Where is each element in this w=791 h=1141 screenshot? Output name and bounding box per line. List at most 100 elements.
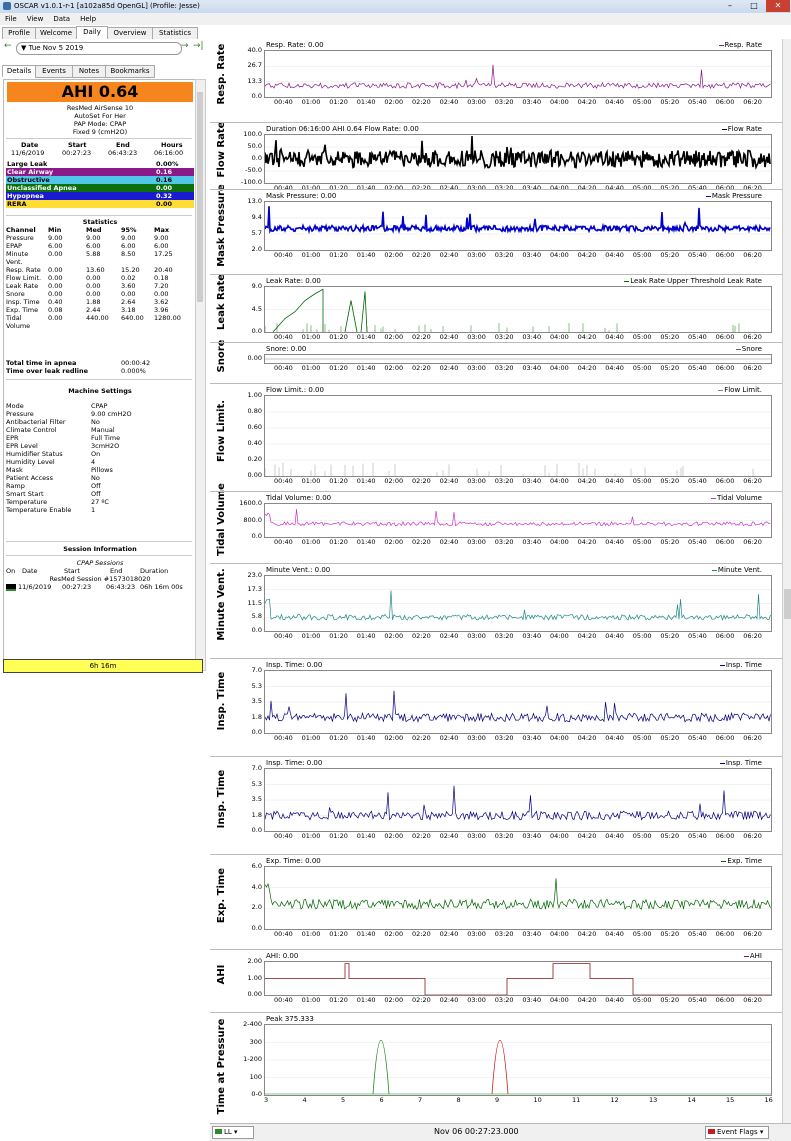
menu-view[interactable]: View xyxy=(22,13,49,25)
time-x-tick: 01:00 xyxy=(301,98,321,106)
setting-row: Smart Start Off xyxy=(6,490,101,498)
graph-insp-time[interactable]: Insp. Time Insp. Time: 0.00 Insp. Time 7.0 5… xyxy=(210,759,780,855)
date-label: Tue Nov 5 2019 xyxy=(28,44,84,52)
event-row[interactable]: Obstructive 0.16 xyxy=(6,176,194,184)
graph-waveform xyxy=(265,358,771,360)
y-tick-label: 4.0 xyxy=(251,882,262,891)
close-button[interactable]: ✕ xyxy=(766,0,790,12)
tab-events[interactable]: Events xyxy=(35,65,73,78)
event-row[interactable]: RERA 0.00 xyxy=(6,200,194,208)
stats-row: Insp. Time 0.40 1.88 2.64 3.62 xyxy=(6,298,169,306)
y-tick-label: 0.0 xyxy=(251,924,262,932)
graph-plot[interactable] xyxy=(264,134,772,184)
graph-ahi[interactable]: AHI AHI: 0.00 AHI 2.00 1.00 0.00 00:40 01:00 01:… xyxy=(210,952,780,1013)
y-tick-label: 300 xyxy=(249,1037,262,1046)
menu-data[interactable]: Data xyxy=(48,13,75,25)
graph-plot[interactable] xyxy=(264,354,772,364)
time-x-tick: 05:40 xyxy=(688,930,707,938)
time-x-tick: 06:20 xyxy=(743,333,762,341)
y-tick-label: 0.60 xyxy=(247,423,262,431)
y-tick-label: 100.0 xyxy=(243,130,262,138)
y-tick-label: 1-200 xyxy=(243,1055,262,1063)
date-picker[interactable]: ▼ Tue Nov 5 2019 xyxy=(16,42,182,55)
time-x-tick: 06:20 xyxy=(743,251,762,259)
graph-flow-rate[interactable]: Flow Rate Duration 06:16:00 AHI 0.64 Flow… xyxy=(210,122,780,192)
time-x-tick: 05:20 xyxy=(660,333,680,341)
y-tick-label: 0.00 xyxy=(247,990,262,998)
prev-day-arrow-icon[interactable]: ← xyxy=(4,41,12,51)
graph-flow-limit[interactable]: Flow Limit. Flow Limit.: 0.00 Flow Limit. 1… xyxy=(210,386,780,492)
graph-plot[interactable] xyxy=(264,670,772,734)
graph-title: Tidal Volume: 0.00 xyxy=(266,494,332,502)
time-x-tick: 00:40 xyxy=(274,832,293,840)
y-tick-label: 4.5 xyxy=(251,304,262,313)
graph-legend: Mask Pressure xyxy=(705,192,762,200)
tab-notes[interactable]: Notes xyxy=(72,65,106,78)
time-x-tick: 04:00 xyxy=(550,996,569,1004)
time-x-tick: 05:20 xyxy=(660,632,680,640)
tab-daily[interactable]: Daily xyxy=(76,26,108,39)
graph-exp-time[interactable]: Exp. Time Exp. Time: 0.00 Exp. Time 6.0 4.0 2… xyxy=(210,857,780,950)
tab-overview[interactable]: Overview xyxy=(107,27,153,39)
tab-details[interactable]: Details xyxy=(2,65,36,77)
y-tick-label: 50.0 xyxy=(247,142,262,150)
graph-title: Resp. Rate: 0.00 xyxy=(266,41,324,49)
graph-insp-time[interactable]: Insp. Time Insp. Time: 0.00 Insp. Time 7.0 5… xyxy=(210,661,780,757)
setting-row: Patient Access No xyxy=(6,474,100,482)
graph-plot[interactable] xyxy=(264,961,772,996)
graph-scrollbar[interactable] xyxy=(782,39,791,1123)
tab-profile[interactable]: Profile xyxy=(2,27,36,39)
graph-plot[interactable] xyxy=(264,866,772,930)
graph-time-at-pressure[interactable]: Time at Pressure Peak 375.333 2-400 300 1-20… xyxy=(210,1015,780,1134)
time-x-tick: 05:40 xyxy=(688,364,707,372)
event-row[interactable]: Hypopnea 0.32 xyxy=(6,192,194,200)
graph-y-label: Resp. Rate xyxy=(216,43,227,105)
time-x-tick: 02:40 xyxy=(439,996,459,1004)
event-row[interactable]: Large Leak 0.00% xyxy=(6,160,194,168)
last-day-arrow-icon[interactable]: →| xyxy=(193,41,204,51)
time-x-tick: 01:20 xyxy=(329,364,348,372)
next-day-arrow-icon[interactable]: → xyxy=(181,41,189,51)
time-x-tick: 01:00 xyxy=(301,996,321,1004)
graph-plot[interactable] xyxy=(264,286,772,333)
x-tick-labels: 00:40 01:00 01:20 01:40 02:00 02:20 02:40 03:00… xyxy=(264,734,776,743)
details-scrollbar[interactable] xyxy=(195,79,206,671)
graph-plot[interactable] xyxy=(264,768,772,832)
menu-file[interactable]: File xyxy=(0,13,22,25)
graph-plot[interactable] xyxy=(264,575,772,632)
time-x-tick: 06:00 xyxy=(715,184,735,192)
layout-selector[interactable]: LL ▾ xyxy=(212,1126,254,1139)
graph-plot[interactable] xyxy=(264,50,772,98)
event-flags-selector[interactable]: Event Flags ▾ xyxy=(705,1126,769,1139)
event-row[interactable]: Unclassified Apnea 0.00 xyxy=(6,184,194,192)
pressure-x-tick: 10 xyxy=(533,1096,542,1104)
event-row[interactable]: Clear Airway 0.16 xyxy=(6,168,194,176)
minimize-button[interactable]: – xyxy=(718,0,742,12)
graph-tidal-volume[interactable]: Tidal Volume Tidal Volume: 0.00 Tidal Volu… xyxy=(210,483,780,564)
graph-waveform xyxy=(265,135,771,172)
menu-bar: File View Data Help xyxy=(0,13,791,25)
graph-plot[interactable] xyxy=(264,395,772,477)
tab-statistics[interactable]: Statistics xyxy=(152,27,198,39)
graph-mask-pressure[interactable]: Mask Pressure Mask Pressure: 0.00 Mask Pre… xyxy=(210,184,780,275)
tab-welcome[interactable]: Welcome xyxy=(35,27,77,39)
graph-leak-rate[interactable]: Leak Rate Leak Rate: 0.00 Leak Rate Upper … xyxy=(210,274,780,343)
session-info-row[interactable]: 11/6/2019 00:27:23 06:43:23 06h 16m 00s xyxy=(6,583,194,591)
graph-plot[interactable] xyxy=(264,1024,772,1096)
graph-minute-vent[interactable]: Minute Vent. Minute Vent.: 0.00 Minute Ven… xyxy=(210,566,780,659)
time-x-tick: 06:00 xyxy=(715,832,735,840)
tab-bookmarks[interactable]: Bookmarks xyxy=(105,65,155,78)
y-tick-label: 7.0 xyxy=(251,666,262,674)
time-x-tick: 02:20 xyxy=(412,832,431,840)
graph-plot[interactable] xyxy=(264,503,772,538)
time-x-tick: 03:40 xyxy=(522,364,542,372)
graph-resp-rate[interactable]: Resp. Rate Resp. Rate: 0.00 Resp. Rate 40.0… xyxy=(210,41,780,123)
graph-plot[interactable] xyxy=(264,201,772,251)
setting-row: Mode CPAP xyxy=(6,402,108,410)
graph-legend: Resp. Rate xyxy=(718,41,762,49)
graph-snore[interactable]: Snore Snore: 0.00 Snore 0.00 00:40 01:00 01:20… xyxy=(210,340,780,383)
time-x-tick: 02:00 xyxy=(384,832,404,840)
setting-row: Climate Control Manual xyxy=(6,426,115,434)
maximize-button[interactable]: □ xyxy=(742,0,766,12)
menu-help[interactable]: Help xyxy=(75,13,101,25)
